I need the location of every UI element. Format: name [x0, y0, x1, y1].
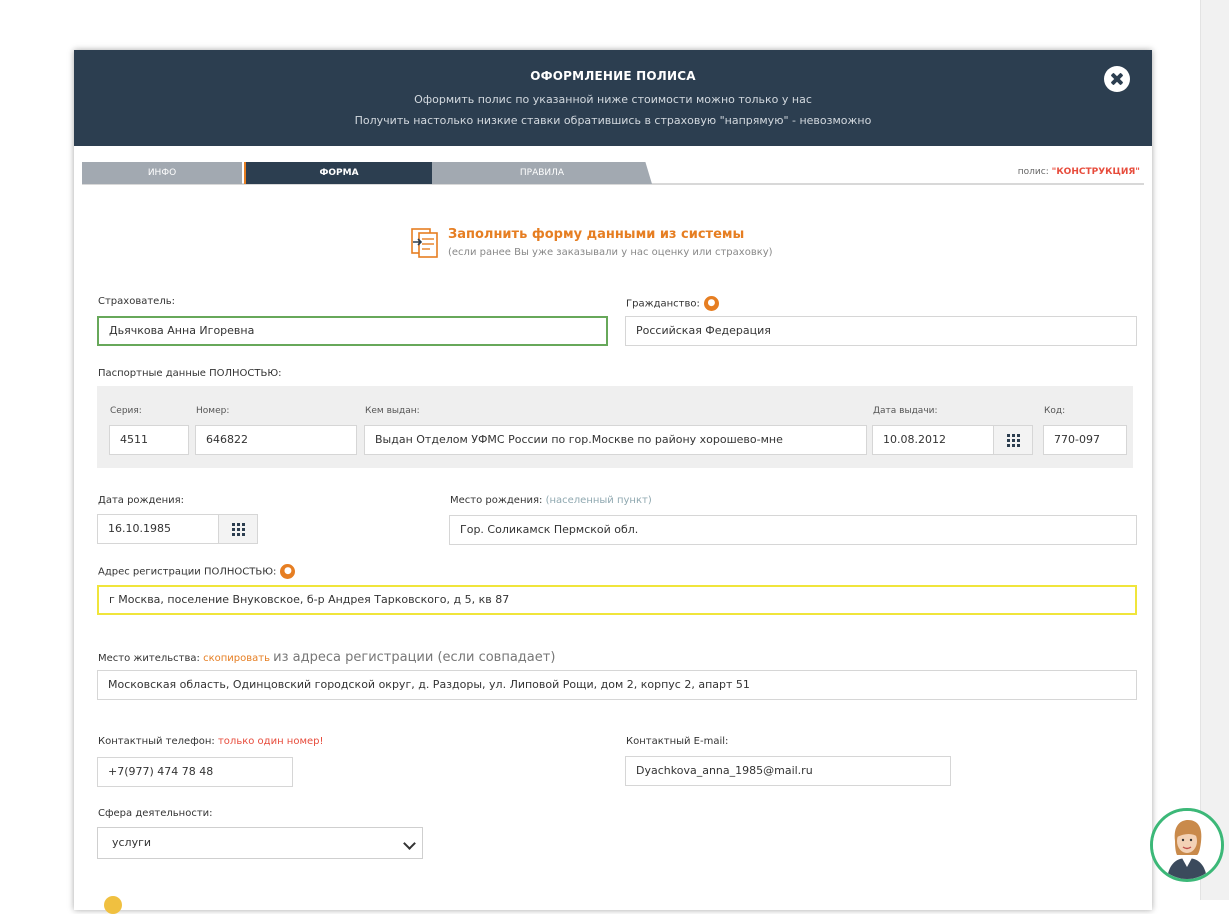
residence-copy-rest: из адреса регистрации (если совпадает) [273, 650, 556, 665]
reg-address-input[interactable]: г Москва, поселение Внуковское, б-р Андр… [97, 585, 1137, 615]
calendar-icon[interactable] [993, 425, 1033, 455]
citizenship-label: Гражданство: ● [626, 296, 719, 311]
reg-address-label-text: Адрес регистрации ПОЛНОСТЬЮ: [98, 566, 277, 578]
page-scroll-gutter [1200, 0, 1229, 900]
number-input[interactable]: 646822 [195, 425, 357, 455]
chevron-down-icon [403, 837, 416, 850]
issued-by-input[interactable]: Выдан Отделом УФМС России по гор.Москве … [364, 425, 867, 455]
residence-label-text: Место жительства: [98, 653, 200, 664]
policy-modal: ОФОРМЛЕНИЕ ПОЛИСА Оформить полис по указ… [74, 50, 1152, 914]
tab-form[interactable]: ФОРМА [244, 162, 432, 184]
series-input[interactable]: 4511 [109, 425, 189, 455]
residence-label: Место жительства: скопировать из адреса … [98, 650, 555, 665]
citizenship-input[interactable]: Российская Федерация [625, 316, 1137, 346]
birth-place-label: Место рождения: (населенный пункт) [450, 495, 652, 506]
code-input[interactable]: 770-097 [1043, 425, 1127, 455]
phone-note: только один номер! [217, 736, 324, 747]
policy-label: полис: [1017, 167, 1049, 177]
birth-place-input[interactable]: Гор. Соликамск Пермской обл. [449, 515, 1137, 545]
modal-subtitle-2: Получить настолько низкие ставки обратив… [354, 114, 872, 127]
modal-header: ОФОРМЛЕНИЕ ПОЛИСА Оформить полис по указ… [74, 50, 1152, 146]
fill-from-system-link[interactable]: Заполнить форму данными из системы [448, 227, 744, 242]
email-input[interactable]: Dyachkova_anna_1985@mail.ru [625, 756, 951, 786]
phone-input[interactable]: +7(977) 474 78 48 [97, 757, 293, 787]
birth-date-input[interactable]: 16.10.1985 [97, 514, 219, 544]
phone-label-text: Контактный телефон: [98, 736, 215, 747]
code-label: Код: [1044, 406, 1066, 416]
modal-title: ОФОРМЛЕНИЕ ПОЛИСА [530, 69, 696, 83]
insurer-input[interactable]: Дьячкова Анна Игоревна [97, 316, 608, 346]
reg-address-label: Адрес регистрации ПОЛНОСТЬЮ: ● [98, 564, 296, 579]
passport-label: Паспортные данные ПОЛНОСТЬЮ: [98, 368, 282, 379]
activity-select-value: услуги [112, 836, 152, 849]
citizenship-label-text: Гражданство: [626, 298, 700, 310]
issued-by-label: Кем выдан: [365, 406, 420, 416]
tab-info[interactable]: ИНФО [82, 162, 242, 184]
fill-from-system-note: (если ранее Вы уже заказывали у нас оцен… [448, 247, 773, 258]
residence-input[interactable]: Московская область, Одинцовский городско… [97, 670, 1137, 700]
document-import-icon[interactable] [410, 225, 440, 259]
tab-rules[interactable]: ПРАВИЛА [432, 162, 652, 184]
phone-label: Контактный телефон: только один номер! [98, 736, 324, 747]
number-label: Номер: [196, 406, 230, 416]
birth-date-label: Дата рождения: [98, 495, 185, 506]
insurer-label: Страхователь: [98, 296, 175, 307]
support-avatar-illustration [1153, 811, 1221, 879]
issue-date-label: Дата выдачи: [873, 406, 938, 416]
policy-indicator: полис: "КОНСТРУКЦИЯ" [1018, 167, 1140, 177]
issue-date-input[interactable]: 10.08.2012 [872, 425, 994, 455]
email-label: Контактный E-mail: [626, 736, 729, 747]
activity-select[interactable]: услуги [97, 827, 423, 859]
birth-place-hint: (населенный пункт) [545, 495, 652, 506]
series-label: Серия: [110, 406, 142, 416]
calendar-icon[interactable] [218, 514, 258, 544]
close-icon[interactable] [1104, 66, 1130, 92]
residence-copy-link[interactable]: скопировать [203, 653, 270, 664]
birth-place-label-text: Место рождения: [450, 495, 543, 506]
info-dot-icon[interactable]: ● [703, 296, 719, 311]
info-dot-icon[interactable]: ● [280, 564, 296, 579]
support-avatar-icon[interactable] [1150, 808, 1224, 882]
passport-panel: Серия: 4511 Номер: 646822 Кем выдан: Выд… [97, 386, 1133, 468]
policy-value: "КОНСТРУКЦИЯ" [1051, 167, 1140, 177]
activity-label: Сфера деятельности: [98, 808, 213, 819]
partial-info-icon [104, 896, 122, 914]
modal-subtitle-1: Оформить полис по указанной ниже стоимос… [414, 93, 812, 106]
